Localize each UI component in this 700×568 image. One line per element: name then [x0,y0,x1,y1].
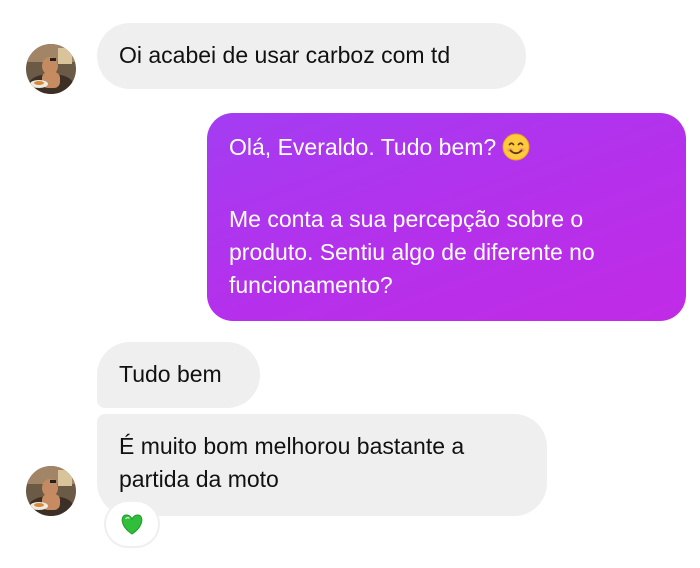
green-heart-emoji-icon [121,514,143,535]
message-text-line: funcionamento? [229,272,393,298]
message-text-line: Me conta a sua percepção sobre o [229,206,584,232]
outgoing-message-bubble[interactable]: Olá, Everaldo. Tudo bem? Me conta a sua … [207,113,686,321]
avatar-photo-icon [26,466,76,516]
message-text-line: Oi acabei de usar carboz com td [119,42,451,68]
smiling-face-emoji-icon [502,133,530,170]
incoming-message-bubble[interactable]: É muito bom melhorou bastante a partida … [97,414,547,516]
message-text-line: Tudo bem [119,361,222,387]
message-text-line: partida da moto [119,466,279,492]
sender-avatar[interactable] [26,466,76,516]
avatar-photo-icon [26,44,76,94]
message-text-line: produto. Sentiu algo de diferente no [229,239,595,265]
message-text-line: Olá, Everaldo. Tudo bem? [229,131,664,170]
sender-avatar[interactable] [26,44,76,94]
message-reaction[interactable] [106,502,158,546]
greeting-text: Olá, Everaldo. Tudo bem? [229,134,497,160]
incoming-message-bubble[interactable]: Oi acabei de usar carboz com td [97,23,526,89]
incoming-message-bubble[interactable]: Tudo bem [97,342,260,408]
message-text-line: É muito bom melhorou bastante a [119,433,465,459]
